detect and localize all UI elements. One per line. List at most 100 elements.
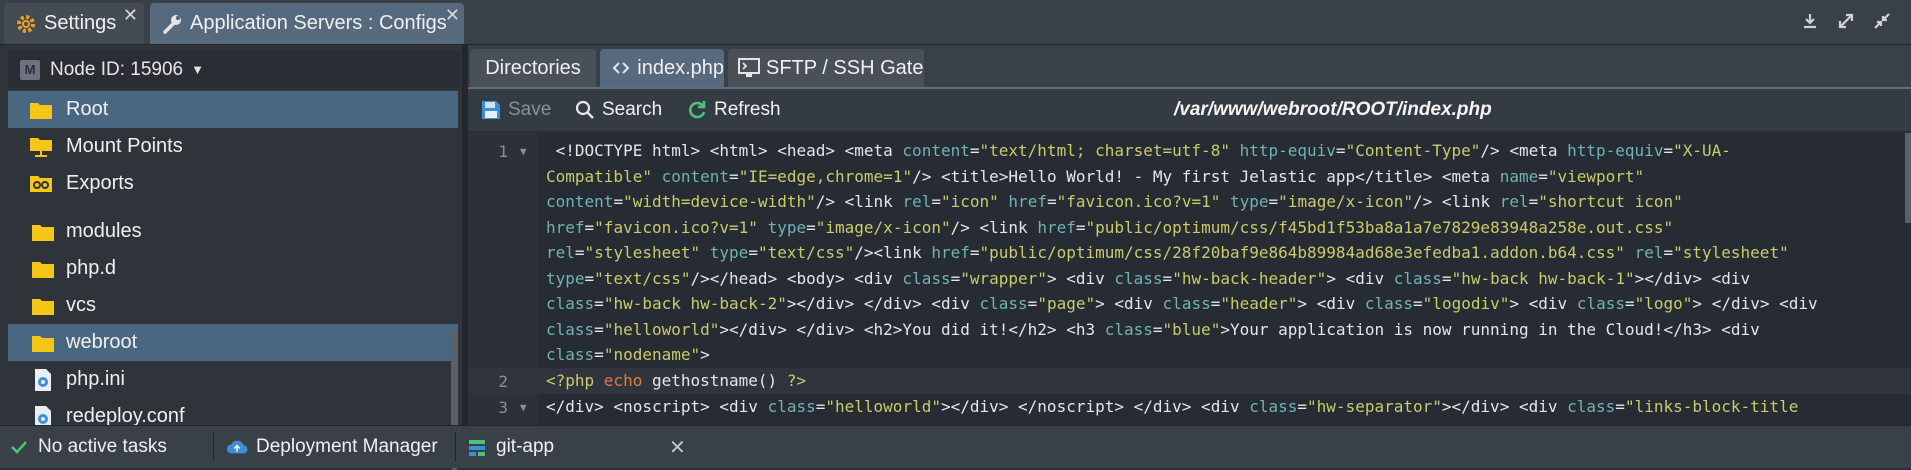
node-selector[interactable]: M Node ID: 15906 ▼ [8, 51, 460, 88]
tab-directories-label: Directories [485, 56, 581, 79]
code-token: class [1104, 319, 1153, 339]
code-token: rel [546, 243, 575, 262]
code-line: class="nodename"> [546, 345, 710, 364]
divider [213, 432, 214, 462]
code-token: > <div [1046, 268, 1115, 288]
code-token: type [767, 217, 807, 237]
config-file-icon [30, 368, 56, 392]
deployment-manager-button[interactable]: Deployment Manager [226, 426, 438, 468]
code-token: "favicon.ico?v=1" [1056, 192, 1221, 211]
code-token: "X-UA- [1673, 141, 1731, 160]
refresh-icon [686, 99, 708, 121]
tab-settings[interactable]: Settings ✕ [4, 3, 144, 44]
code-token: > [700, 345, 710, 364]
code-token: class [1114, 268, 1163, 288]
collapse-icon[interactable] [1871, 10, 1893, 32]
code-token: > <div [1297, 294, 1365, 313]
tree-item-php-ini[interactable]: php.ini [8, 361, 458, 398]
code-token: href [1008, 192, 1047, 211]
code-token: "stylesheet" [1673, 243, 1789, 262]
line-number: 3 [498, 398, 508, 417]
code-token: >Your application is now running in the … [1220, 319, 1760, 339]
code-token: = [594, 294, 604, 313]
code-token: = [1615, 397, 1625, 416]
git-app-tab[interactable]: git-app [466, 426, 554, 468]
expand-icon[interactable] [1835, 10, 1857, 32]
cloud-upload-icon [226, 436, 248, 458]
save-button[interactable]: Save [480, 89, 551, 131]
code-token: "hw-back hw-back-1" [1451, 268, 1635, 288]
deployment-manager-label: Deployment Manager [256, 436, 438, 457]
code-token: = [1297, 397, 1308, 416]
code-token: rel [1634, 243, 1664, 262]
code-token: = [950, 268, 961, 288]
code-token: href [1037, 217, 1076, 237]
code-token: class [546, 319, 595, 339]
tab-directories[interactable]: Directories [470, 49, 596, 87]
code-token: = [594, 345, 604, 364]
code-token: "stylesheet" [584, 243, 701, 262]
tree-item-exports[interactable]: Exports [8, 165, 458, 202]
tree-item-modules[interactable]: modules [8, 213, 458, 250]
tasks-status-label: No active tasks [38, 436, 167, 457]
code-token: "shortcut icon" [1538, 192, 1683, 211]
tab-sftp-ssh-gate[interactable]: SFTP / SSH Gate [728, 49, 924, 87]
close-icon[interactable]: ✕ [445, 5, 460, 26]
code-token: rel [902, 192, 932, 211]
refresh-button[interactable]: Refresh [686, 89, 781, 131]
code-token: = [806, 217, 816, 237]
tree-item-label: modules [66, 220, 142, 242]
code-token: = [1046, 192, 1057, 211]
file-path: /var/www/webroot/ROOT/index.php [1174, 99, 1492, 120]
code-token: "nodename" [603, 345, 701, 364]
editor-scrollbar[interactable] [1905, 133, 1911, 223]
code-token: "image/x-icon" [815, 217, 951, 237]
code-token: type [546, 268, 585, 288]
close-icon[interactable]: ✕ [669, 426, 686, 468]
code-line: type="text/css"/></head> <body> <div cla… [546, 269, 1750, 288]
search-label: Search [602, 99, 663, 120]
code-token: = [574, 243, 585, 262]
save-label: Save [508, 99, 552, 120]
tree-item-mount-points[interactable]: Mount Points [8, 128, 458, 165]
code-line: Compatible" content="IE=edge,chrome=1"/>… [546, 167, 1644, 186]
tree-item-label: php.d [66, 257, 117, 279]
code-token: "favicon.ico?v=1" [594, 217, 758, 237]
app-icon [466, 436, 488, 458]
tree-item-label: webroot [66, 331, 138, 353]
fold-toggle-icon[interactable]: ▼ [520, 145, 527, 158]
code-token: = [1441, 268, 1452, 288]
code-token: http-equiv [1567, 141, 1664, 160]
tree-item-vcs[interactable]: vcs [8, 287, 458, 324]
caret-down-icon: ▼ [191, 62, 204, 77]
code-token: "logo" [1634, 294, 1693, 313]
tab-index-php[interactable]: index.php [600, 49, 724, 87]
wrench-icon [160, 12, 184, 36]
tasks-status[interactable]: No active tasks [8, 426, 167, 468]
code-line: class="hw-back hw-back-2"></div> </div> … [546, 294, 1818, 313]
tree-item-webroot[interactable]: webroot [8, 324, 458, 361]
tree-item-root[interactable]: Root [8, 91, 458, 128]
code-editor[interactable]: 1 ▼ 2 3 ▼ <!DOCTYPE html> <html> <head> … [468, 133, 1911, 425]
tree-item-php-d[interactable]: php.d [8, 250, 458, 287]
fold-toggle-icon[interactable]: ▼ [520, 401, 527, 414]
code-token: "hw-back hw-back-2" [603, 294, 787, 313]
code-token: class [902, 268, 951, 288]
code-token: "text/css" [757, 243, 855, 262]
code-token: gethostname() [642, 371, 787, 390]
code-token: > <div [1095, 294, 1163, 313]
tree-item-label: Exports [66, 172, 134, 194]
code-token: "image/x-icon" [1278, 192, 1414, 211]
search-button[interactable]: Search [574, 89, 662, 131]
code-token: "wrapper" [960, 268, 1047, 288]
close-icon[interactable]: ✕ [123, 5, 138, 26]
exports-icon [28, 172, 54, 196]
code-token: content [546, 192, 614, 211]
code-token: "helloworld" [825, 397, 941, 416]
window-tab-bar: Settings ✕ Application Servers : Configs… [0, 0, 1911, 45]
download-icon[interactable] [1799, 10, 1821, 32]
tab-application-servers-configs[interactable]: Application Servers : Configs ✕ [150, 3, 464, 44]
line-number: 2 [498, 372, 508, 391]
